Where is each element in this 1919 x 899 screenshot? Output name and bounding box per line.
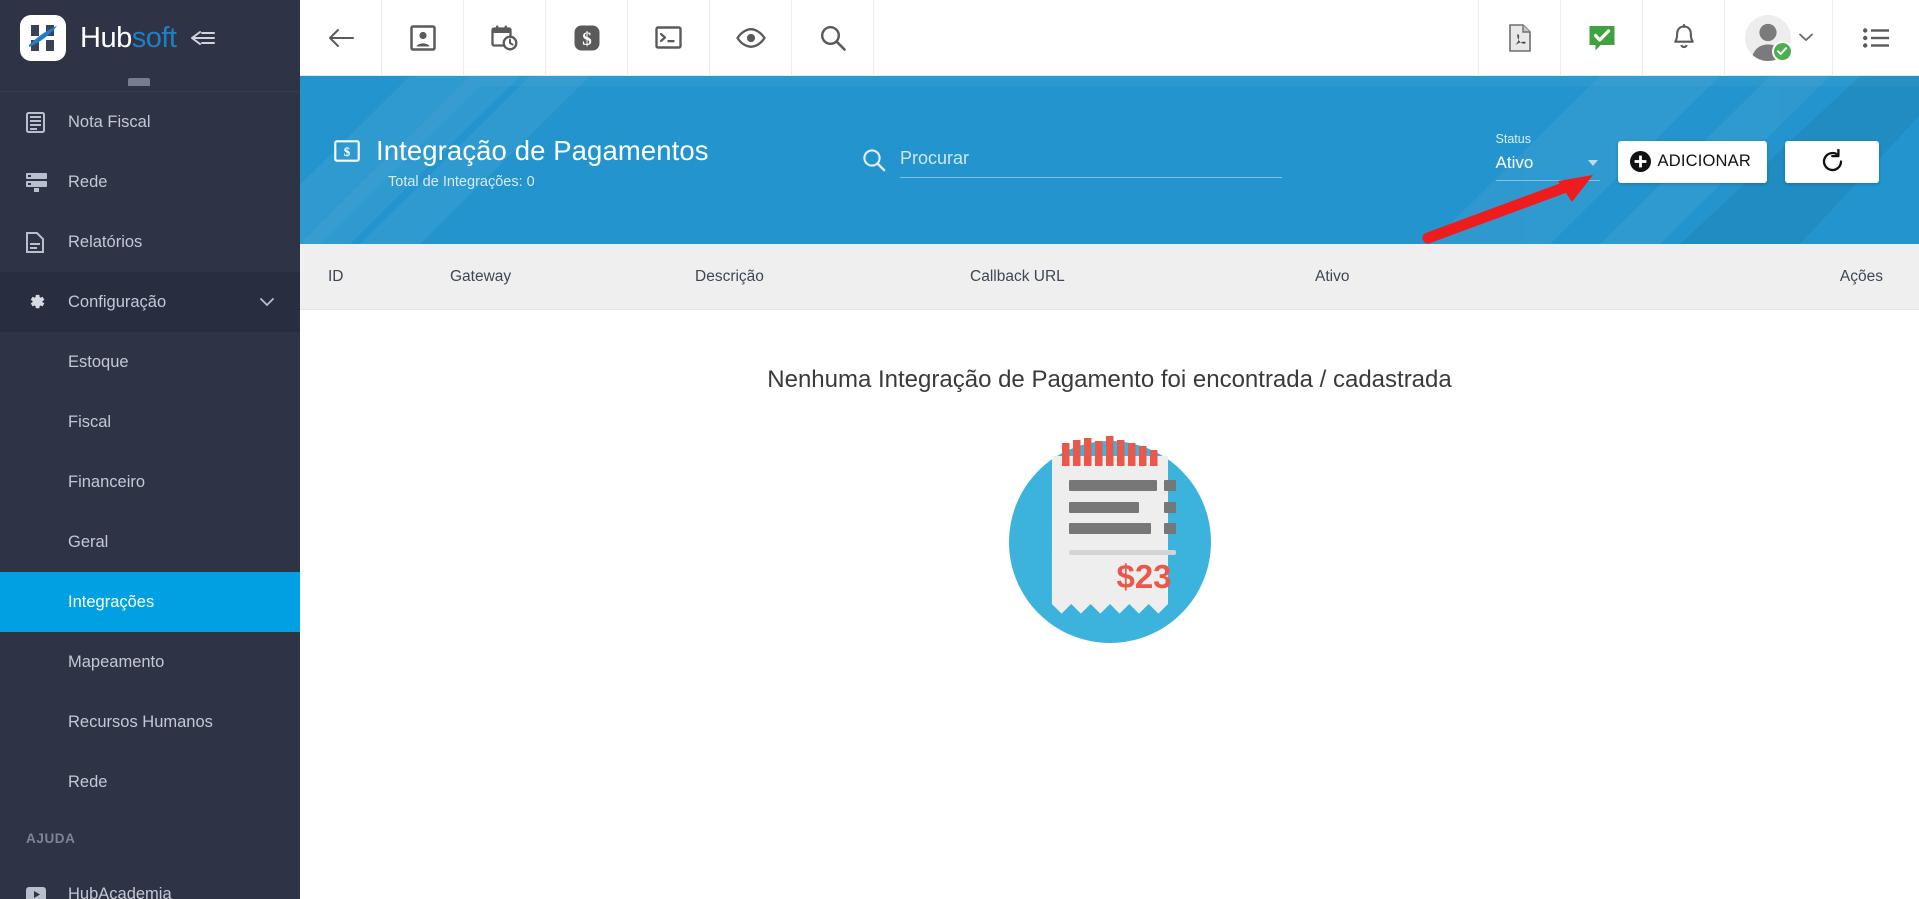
list-menu-icon[interactable] — [1833, 0, 1919, 75]
sidebar-item-hubacademia[interactable]: HubAcademia — [0, 864, 300, 899]
online-status-badge — [1771, 40, 1793, 62]
column-header-descricao[interactable]: Descrição — [695, 268, 970, 286]
sidebar-item-geral[interactable]: Geral — [0, 512, 300, 572]
terminal-icon[interactable] — [628, 0, 710, 75]
gear-icon — [26, 292, 56, 312]
user-menu[interactable] — [1725, 0, 1833, 75]
receipt-illustration: $23 — [984, 416, 1236, 673]
report-icon — [26, 231, 56, 253]
sidebar-item-label: Recursos Humanos — [68, 712, 213, 731]
sidebar-item-label: Fiscal — [68, 412, 112, 431]
sidebar-item-label: Estoque — [68, 352, 129, 371]
sidebar-item-recursos-humanos[interactable]: Recursos Humanos — [0, 692, 300, 752]
add-button[interactable]: ADICIONAR — [1617, 140, 1767, 183]
sidebar-item-configuracao[interactable]: Configuração — [0, 272, 300, 332]
toolbar-right-group — [1479, 0, 1919, 75]
peek-icon — [128, 78, 150, 86]
chevron-down-icon — [1587, 159, 1598, 166]
hubsoft-logo-icon — [20, 15, 66, 61]
main-content: $ Integração de Pagamentos Total de Inte… — [300, 76, 1919, 899]
toolbar-spacer — [874, 0, 1479, 75]
sidebar-item-relatorios[interactable]: Relatórios — [0, 212, 300, 272]
plus-circle-icon — [1629, 151, 1651, 172]
sidebar-item-fiscal[interactable]: Fiscal — [0, 392, 300, 452]
search-input[interactable] — [900, 148, 1282, 169]
sidebar-item-label: Mapeamento — [68, 652, 165, 671]
sidebar-brand[interactable]: Hubsoft — [0, 0, 300, 76]
sidebar-item-estoque[interactable]: Estoque — [0, 332, 300, 392]
sidebar: Hubsoft Nota Fiscal Rede Relatórios Conf… — [0, 0, 300, 899]
sidebar-item-label: Nota Fiscal — [68, 112, 151, 131]
empty-state: Nenhuma Integração de Pagamento foi enco… — [300, 310, 1919, 899]
column-header-gateway[interactable]: Gateway — [450, 268, 695, 286]
header-actions: Status Ativo ADICIONAR — [1495, 131, 1879, 189]
play-icon — [26, 886, 56, 899]
bell-icon[interactable] — [1643, 0, 1725, 75]
brand-name-secondary: soft — [131, 21, 177, 54]
page-subtitle: Total de Integrações: 0 — [388, 173, 535, 190]
sidebar-item-label: Relatórios — [68, 232, 143, 251]
empty-state-message: Nenhuma Integração de Pagamento foi enco… — [767, 366, 1452, 393]
search-box — [862, 148, 1282, 178]
sidebar-item-label: Financeiro — [68, 472, 146, 491]
eye-icon[interactable] — [710, 0, 792, 75]
sidebar-item-nota-fiscal[interactable]: Nota Fiscal — [0, 92, 300, 152]
invoice-icon — [26, 111, 56, 133]
brand-name-primary: Hub — [80, 21, 132, 54]
calendar-clock-icon[interactable] — [464, 0, 546, 75]
page-title: Integração de Pagamentos — [376, 134, 709, 166]
search-icon — [862, 148, 886, 178]
sidebar-item-rede[interactable]: Rede — [0, 152, 300, 212]
sidebar-item-label: Configuração — [68, 292, 167, 311]
sidebar-item-rede-sub[interactable]: Rede — [0, 752, 300, 812]
sidebar-item-label: Integrações — [68, 592, 155, 611]
server-icon — [26, 172, 56, 192]
column-header-callback-url[interactable]: Callback URL — [970, 268, 1315, 286]
page-header-inner: $ Integração de Pagamentos Total de Inte… — [300, 76, 1919, 244]
column-header-acoes: Ações — [1839, 267, 1883, 285]
back-arrow-icon[interactable] — [300, 0, 382, 75]
column-header-id[interactable]: ID — [300, 268, 450, 286]
search-icon[interactable] — [792, 0, 874, 75]
sidebar-item-financeiro[interactable]: Financeiro — [0, 452, 300, 512]
status-filter-select[interactable]: Status Ativo — [1495, 131, 1600, 183]
svg-text:$: $ — [582, 29, 592, 50]
sidebar-scrolled-item-peek — [0, 76, 300, 92]
money-note-icon: $ — [334, 139, 360, 162]
sidebar-item-label: Geral — [68, 532, 109, 551]
pdf-icon[interactable] — [1479, 0, 1561, 75]
check-chat-icon[interactable] — [1561, 0, 1643, 75]
top-toolbar: $ — [300, 0, 1919, 76]
avatar — [1744, 14, 1793, 62]
refresh-icon — [1820, 149, 1845, 174]
sidebar-item-label: Rede — [68, 772, 108, 791]
sidebar-item-integracoes[interactable]: Integrações — [0, 572, 300, 632]
application-window: Hubsoft Nota Fiscal Rede Relatórios Conf… — [0, 0, 1919, 899]
svg-text:$: $ — [344, 144, 351, 159]
add-button-label: ADICIONAR — [1657, 152, 1751, 170]
sidebar-section-ajuda: AJUDA — [0, 812, 300, 864]
status-filter-value: Ativo — [1495, 152, 1534, 172]
contact-card-icon[interactable] — [382, 0, 464, 75]
receipt-amount: $23 — [1116, 558, 1171, 595]
dollar-icon[interactable]: $ — [546, 0, 628, 75]
sidebar-item-label: Rede — [68, 172, 108, 191]
sidebar-item-label: HubAcademia — [68, 884, 172, 899]
column-header-ativo[interactable]: Ativo — [1315, 268, 1670, 286]
chevron-down-icon — [1798, 29, 1813, 47]
chevron-down-icon — [260, 297, 274, 307]
brand-wordmark: Hubsoft — [80, 21, 177, 55]
collapse-sidebar-icon[interactable] — [190, 30, 216, 46]
sidebar-item-mapeamento[interactable]: Mapeamento — [0, 632, 300, 692]
refresh-button[interactable] — [1785, 140, 1879, 183]
status-filter-label: Status — [1495, 131, 1531, 146]
page-title-block: $ Integração de Pagamentos Total de Inte… — [334, 131, 854, 190]
table-header-row: ID Gateway Descrição Callback URL Ativo … — [300, 244, 1919, 310]
page-header: $ Integração de Pagamentos Total de Inte… — [300, 76, 1919, 244]
sidebar-menu: Nota Fiscal Rede Relatórios Configuração… — [0, 76, 300, 899]
